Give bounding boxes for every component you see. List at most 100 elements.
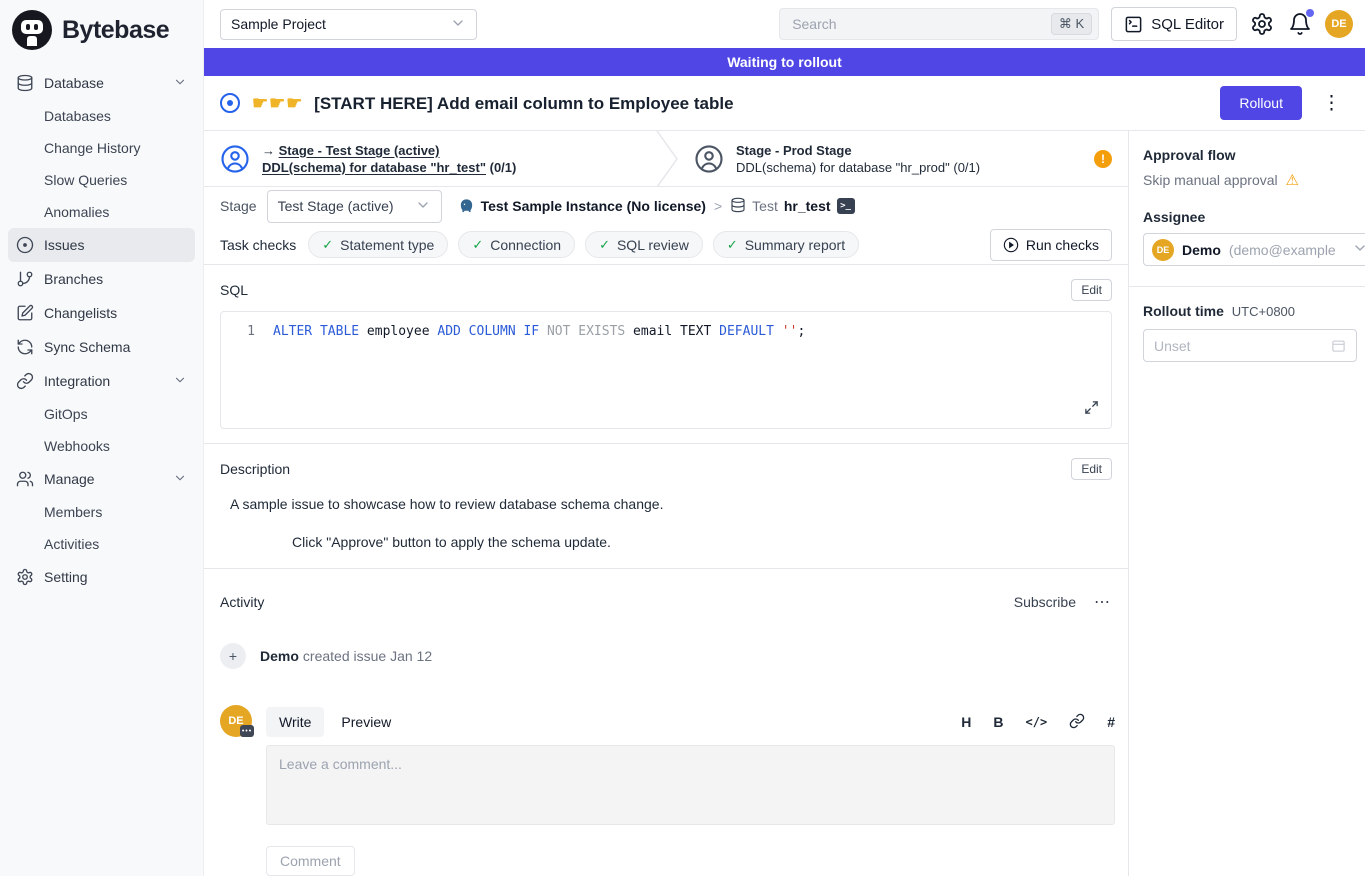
sidebar-item-anomalies[interactable]: Anomalies xyxy=(8,196,195,228)
calendar-icon xyxy=(1331,338,1346,353)
sidebar-item-integration[interactable]: Integration xyxy=(8,364,195,398)
search-placeholder: Search xyxy=(792,16,836,32)
sidebar-item-changelists[interactable]: Changelists xyxy=(8,296,195,330)
activity-action: created issue Jan 12 xyxy=(303,648,432,664)
formatting-toolbar: H B </> # xyxy=(961,713,1115,732)
sync-icon xyxy=(16,338,34,356)
sql-section-title: SQL xyxy=(220,282,248,298)
open-sql-editor-icon[interactable]: >_ xyxy=(837,198,855,214)
link-icon[interactable] xyxy=(1069,713,1085,732)
description-edit-button[interactable]: Edit xyxy=(1071,458,1112,480)
sidebar-item-activities[interactable]: Activities xyxy=(8,528,195,560)
project-selector[interactable]: Sample Project xyxy=(220,9,477,40)
stage-card-test[interactable]: → Stage - Test Stage (active) DDL(schema… xyxy=(204,131,656,186)
divider xyxy=(1129,286,1365,287)
pen-square-icon xyxy=(16,304,34,322)
database-breadcrumb: Test Sample Instance (No license) > Test… xyxy=(458,197,855,216)
git-branch-icon xyxy=(16,270,34,288)
task-checks-label: Task checks xyxy=(220,237,296,253)
stage-selector-bar: Stage Test Stage (active) Test Sample In… xyxy=(204,187,1128,226)
search-input[interactable]: Search ⌘ K xyxy=(779,8,1099,40)
rollout-time-title: Rollout time UTC+0800 xyxy=(1143,303,1365,319)
hash-icon[interactable]: # xyxy=(1107,714,1115,730)
sql-section: SQL Edit 1ALTER TABLE employee ADD COLUM… xyxy=(204,265,1128,444)
sidebar-item-gitops[interactable]: GitOps xyxy=(8,398,195,430)
sidebar-item-issues[interactable]: Issues xyxy=(8,228,195,262)
chevron-down-icon xyxy=(173,75,187,92)
speech-bubble-icon: ••• xyxy=(240,725,254,737)
check-summary-report[interactable]: ✓ Summary report xyxy=(713,231,859,258)
issue-side-panel: Approval flow Skip manual approval ⚠ Ass… xyxy=(1128,131,1365,876)
person-circle-icon xyxy=(220,144,250,174)
expand-editor-icon[interactable] xyxy=(1084,400,1099,418)
sidebar-item-manage[interactable]: Manage xyxy=(8,462,195,496)
activity-title: Activity xyxy=(220,594,264,610)
rollout-button[interactable]: Rollout xyxy=(1220,86,1302,120)
database-name[interactable]: hr_test xyxy=(784,198,831,214)
sidebar-item-members[interactable]: Members xyxy=(8,496,195,528)
database-icon xyxy=(730,197,746,216)
postgresql-icon xyxy=(458,198,475,215)
run-checks-button[interactable]: Run checks xyxy=(990,229,1112,261)
kebab-menu-icon[interactable]: ⋮ xyxy=(1314,92,1349,115)
gear-icon xyxy=(1250,12,1274,36)
stage-label: Stage xyxy=(220,198,257,214)
check-icon: ✓ xyxy=(322,237,333,253)
pointer-emoji: ☛☛☛ xyxy=(252,93,303,113)
comment-input[interactable] xyxy=(266,745,1115,825)
sidebar-item-change-history[interactable]: Change History xyxy=(8,132,195,164)
activity-more-icon[interactable]: ⋯ xyxy=(1094,592,1112,612)
comment-submit-button[interactable]: Comment xyxy=(266,846,355,876)
comment-avatar: DE ••• xyxy=(220,705,254,876)
check-sql-review[interactable]: ✓ SQL review xyxy=(585,231,703,258)
check-statement-type[interactable]: ✓ Statement type xyxy=(308,231,448,258)
sql-edit-button[interactable]: Edit xyxy=(1071,279,1112,301)
sidebar-item-databases[interactable]: Databases xyxy=(8,100,195,132)
tab-write[interactable]: Write xyxy=(266,707,324,737)
subscribe-button[interactable]: Subscribe xyxy=(1014,594,1076,610)
comment-tabs: Write Preview H B </> # xyxy=(266,705,1115,739)
sidebar-item-webhooks[interactable]: Webhooks xyxy=(8,430,195,462)
code-icon[interactable]: </> xyxy=(1026,715,1048,729)
stage-warning-badge: ! xyxy=(1094,150,1112,168)
circle-dot-icon xyxy=(16,236,34,254)
issue-title: ☛☛☛ [START HERE] Add email column to Emp… xyxy=(252,93,734,114)
stage-card-prod[interactable]: Stage - Prod Stage DDL(schema) for datab… xyxy=(678,131,1128,186)
user-avatar[interactable]: DE xyxy=(1325,10,1353,38)
bold-icon[interactable]: B xyxy=(993,714,1003,730)
search-shortcut-badge: ⌘ K xyxy=(1051,13,1092,35)
issue-header: ☛☛☛ [START HERE] Add email column to Emp… xyxy=(204,76,1365,131)
assignee-select[interactable]: DE Demo (demo@example xyxy=(1143,233,1365,266)
rollout-time-input[interactable]: Unset xyxy=(1143,329,1357,362)
activity-section: Activity Subscribe ⋯ + Democreated issue… xyxy=(204,569,1128,876)
sidebar-item-slow-queries[interactable]: Slow Queries xyxy=(8,164,195,196)
description-section: Description Edit A sample issue to showc… xyxy=(204,444,1128,569)
sidebar-item-branches[interactable]: Branches xyxy=(8,262,195,296)
notifications-button[interactable] xyxy=(1287,11,1313,37)
settings-button[interactable] xyxy=(1249,11,1275,37)
sidebar-item-setting[interactable]: Setting xyxy=(8,560,195,594)
brand-logo[interactable]: Bytebase xyxy=(0,0,203,58)
plus-icon: + xyxy=(220,643,246,669)
sidebar-item-sync-schema[interactable]: Sync Schema xyxy=(8,330,195,364)
heading-icon[interactable]: H xyxy=(961,714,971,730)
sidebar-item-database[interactable]: Database xyxy=(8,66,195,100)
description-line: Click "Approve" button to apply the sche… xyxy=(292,534,1112,550)
stage-select[interactable]: Test Stage (active) xyxy=(267,190,442,223)
sql-editor-box[interactable]: 1ALTER TABLE employee ADD COLUMN IF NOT … xyxy=(220,311,1112,429)
chevron-down-icon xyxy=(173,471,187,488)
database-icon xyxy=(16,74,34,92)
terminal-square-icon xyxy=(1124,15,1143,34)
check-connection[interactable]: ✓ Connection xyxy=(458,231,575,258)
instance-name[interactable]: Test Sample Instance (No license) xyxy=(481,198,706,214)
description-title: Description xyxy=(220,461,290,477)
issue-status-icon xyxy=(220,93,240,113)
brand-name: Bytebase xyxy=(62,16,169,45)
sql-code-line: 1ALTER TABLE employee ADD COLUMN IF NOT … xyxy=(221,312,1111,339)
chevron-down-icon xyxy=(1352,240,1365,259)
sql-editor-button[interactable]: SQL Editor xyxy=(1111,7,1237,41)
tab-preview[interactable]: Preview xyxy=(328,707,404,737)
link-icon xyxy=(16,372,34,390)
chevron-down-icon xyxy=(173,373,187,390)
activity-actor: Demo xyxy=(260,648,299,664)
